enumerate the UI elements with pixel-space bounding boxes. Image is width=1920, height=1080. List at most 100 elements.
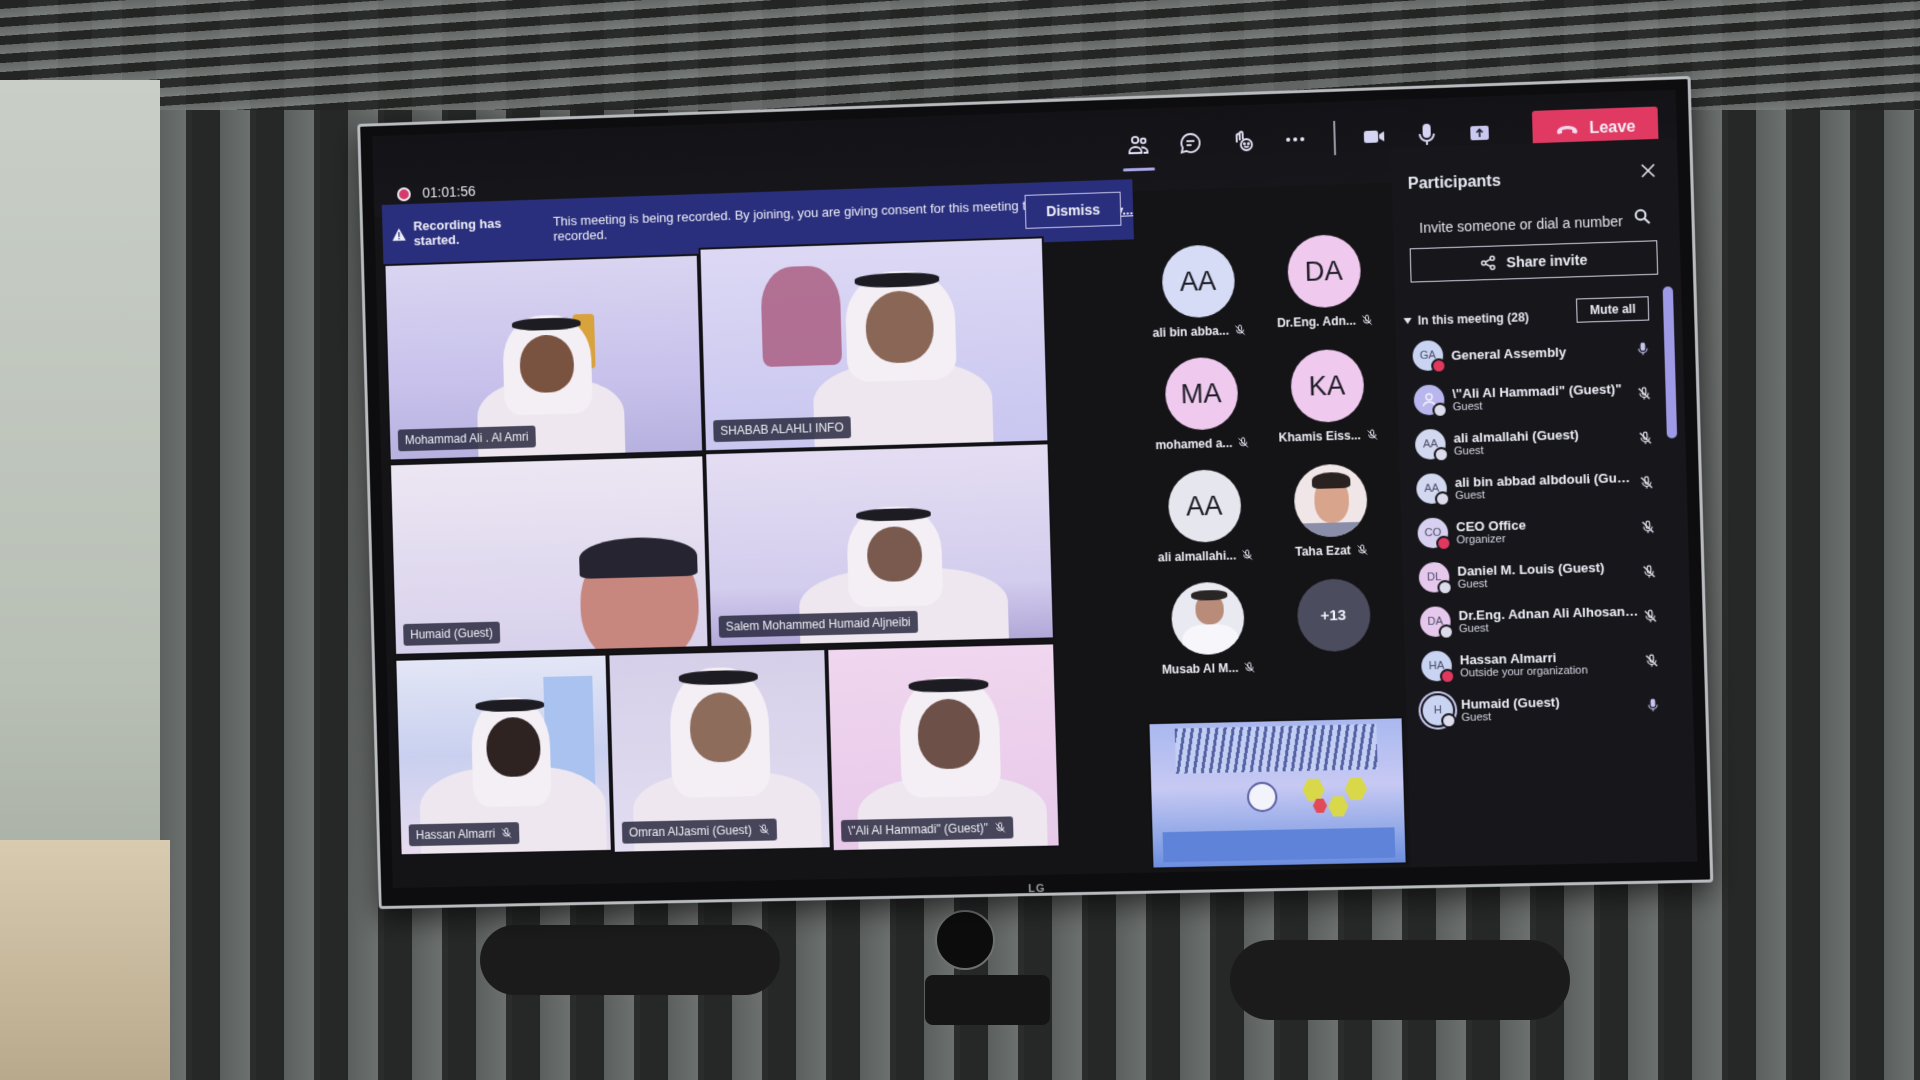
chat-icon: [1178, 131, 1203, 156]
search-button[interactable]: [1634, 208, 1651, 230]
mic-off-icon[interactable]: [1633, 385, 1656, 402]
recording-indicator-icon: [396, 187, 411, 202]
status-busy-icon: [1431, 358, 1447, 374]
people-button[interactable]: [1111, 122, 1164, 168]
status-guest-icon: [1441, 713, 1457, 729]
participant-row[interactable]: AA ali almallahi (Guest) Guest: [1414, 416, 1658, 467]
avatar-name: ali bin abba...: [1152, 323, 1230, 340]
toolbar-divider: [1332, 120, 1336, 156]
in-meeting-section-toggle[interactable]: In this meeting (28): [1403, 310, 1529, 328]
avatar: AA: [1160, 244, 1236, 319]
participant-row[interactable]: AA ali bin abbad albdouli (Guest) Guest: [1415, 460, 1659, 511]
mic-off-icon: [1237, 436, 1249, 448]
video-tile[interactable]: SHABAB ALAHLI INFO: [698, 236, 1050, 453]
status-busy-icon: [1439, 668, 1456, 685]
participant-info: Daniel M. Louis (Guest) Guest: [1457, 558, 1638, 590]
avatar-name: ali almallahi...: [1157, 548, 1237, 565]
participants-list: GA General Assembly \"Ali Al Hammadi" (Gue…: [1412, 326, 1665, 732]
avatar-name: Taha Ezat: [1294, 543, 1352, 559]
camera-icon: [1363, 130, 1384, 144]
participant-info: Hassan Almarri Outside your organization: [1460, 647, 1641, 679]
dismiss-button[interactable]: Dismiss: [1024, 191, 1122, 229]
participant-row[interactable]: DL Daniel M. Louis (Guest) Guest: [1418, 549, 1661, 600]
participant-info: \"Ali Al Hammadi" (Guest)" Guest: [1452, 380, 1633, 413]
close-panel-button[interactable]: [1641, 163, 1656, 183]
video-tile[interactable]: Mohammad Ali . Al Amri: [383, 253, 705, 462]
monitor-brand-logo: LG: [1028, 882, 1046, 896]
participant-row[interactable]: GA General Assembly: [1412, 326, 1655, 378]
participant-avatar: GA: [1412, 340, 1447, 374]
search-icon: [1634, 208, 1651, 225]
avatar-tile[interactable]: AA ali bin abba...: [1134, 243, 1263, 357]
participant-row[interactable]: \"Ali Al Hammadi" (Guest)" Guest: [1413, 371, 1656, 423]
participant-row[interactable]: H Humaid (Guest) Guest: [1422, 683, 1665, 733]
more-options-button[interactable]: [1268, 116, 1322, 162]
mic-off-icon[interactable]: [1640, 652, 1663, 669]
video-tile-name: Mohammad Ali . Al Amri: [397, 425, 536, 452]
meeting-timer: 01:01:56: [422, 182, 476, 201]
avatar-tile[interactable]: Musab Al M...: [1144, 581, 1273, 695]
avatar-gallery: AA ali bin abba... DA Dr.Eng. Adn... MA …: [1134, 229, 1399, 718]
mic-off-icon[interactable]: [1635, 474, 1658, 491]
participant-row[interactable]: CO CEO Office Organizer: [1417, 505, 1660, 556]
mic-icon[interactable]: [1631, 341, 1654, 358]
room-ceiling: [1174, 723, 1378, 774]
mic-off-icon: [1241, 549, 1253, 561]
mic-icon: [1414, 122, 1439, 147]
avatar-tile[interactable]: KA Khamis Eiss...: [1263, 348, 1392, 462]
soundbar-right: [1230, 940, 1570, 1020]
avatar-tile[interactable]: Taha Ezat: [1266, 463, 1395, 577]
status-guest-icon: [1432, 402, 1448, 419]
reactions-icon: [1230, 129, 1255, 154]
avatar-tile[interactable]: DA Dr.Eng. Adn...: [1260, 233, 1389, 348]
video-tile-name: SHABAB ALAHLI INFO: [713, 416, 851, 443]
participant-row[interactable]: HA Hassan Almarri Outside your organizatio…: [1420, 638, 1664, 688]
avatar-name: Musab Al M...: [1161, 660, 1239, 677]
mic-icon[interactable]: [1641, 697, 1664, 714]
video-tile-name: \"Ali Al Hammadi" (Guest)": [840, 816, 1014, 843]
video-tile[interactable]: \"Ali Al Hammadi" (Guest)": [826, 642, 1061, 853]
overflow-participants-tile[interactable]: +13: [1269, 577, 1398, 691]
video-tile-name: Hassan Almarri: [408, 822, 520, 847]
avatar-tile[interactable]: MA mohamed a...: [1137, 356, 1266, 470]
participant-info: CEO Office Organizer: [1456, 514, 1637, 546]
mute-all-button[interactable]: Mute all: [1576, 296, 1650, 323]
mic-off-icon[interactable]: [1638, 563, 1661, 580]
status-guest-icon: [1437, 579, 1453, 596]
camera-base: [925, 975, 1050, 1025]
mic-off-icon[interactable]: [1634, 430, 1657, 447]
chat-button[interactable]: [1163, 120, 1216, 166]
video-tile[interactable]: Salem Mohammed Humaid Aljneibi: [704, 442, 1055, 649]
video-tile[interactable]: Hassan Almarri: [394, 653, 613, 857]
video-tile[interactable]: Humaid (Guest): [388, 454, 710, 656]
avatar-tile[interactable]: AA ali almallahi...: [1140, 468, 1269, 582]
avatar-name: mohamed a...: [1155, 435, 1233, 453]
status-guest-icon: [1434, 491, 1451, 507]
mic-off-icon[interactable]: [1639, 608, 1662, 625]
mic-off-icon: [1361, 314, 1373, 326]
video-tile[interactable]: Omran AlJasmi (Guest): [607, 648, 832, 854]
participant-info: Humaid (Guest) Guest: [1461, 692, 1642, 724]
mic-off-icon: [1356, 544, 1368, 556]
participant-avatar: CO: [1417, 517, 1452, 552]
participants-scrollbar[interactable]: [1662, 286, 1678, 439]
mic-off-icon[interactable]: [1636, 519, 1659, 536]
conference-table: [1162, 827, 1396, 863]
share-invite-button[interactable]: Share invite: [1409, 240, 1659, 283]
status-guest-icon: [1433, 446, 1450, 463]
reactions-button[interactable]: [1216, 118, 1270, 164]
avatar-name: Dr.Eng. Adn...: [1276, 313, 1357, 331]
participant-row[interactable]: DA Dr.Eng. Adnan Ali Alhosani (G... Guest: [1419, 594, 1663, 645]
avatar: DA: [1286, 233, 1362, 309]
participant-avatar: HA: [1420, 650, 1456, 685]
leave-label: Leave: [1588, 118, 1636, 138]
tv-monitor: LG 01:01:56 Leave Recording has started.…: [357, 75, 1714, 910]
room-video-tile[interactable]: [1147, 716, 1408, 870]
banner-title: Recording has started.: [413, 215, 502, 249]
participant-avatar: DA: [1419, 606, 1455, 640]
participant-avatar: H: [1422, 694, 1457, 729]
participant-info: ali bin abbad albdouli (Guest) Guest: [1455, 469, 1636, 501]
invite-input[interactable]: Invite someone or dial a number: [1419, 213, 1623, 236]
video-tile-name: Omran AlJasmi (Guest): [621, 818, 777, 844]
status-guest-icon: [1438, 624, 1455, 640]
